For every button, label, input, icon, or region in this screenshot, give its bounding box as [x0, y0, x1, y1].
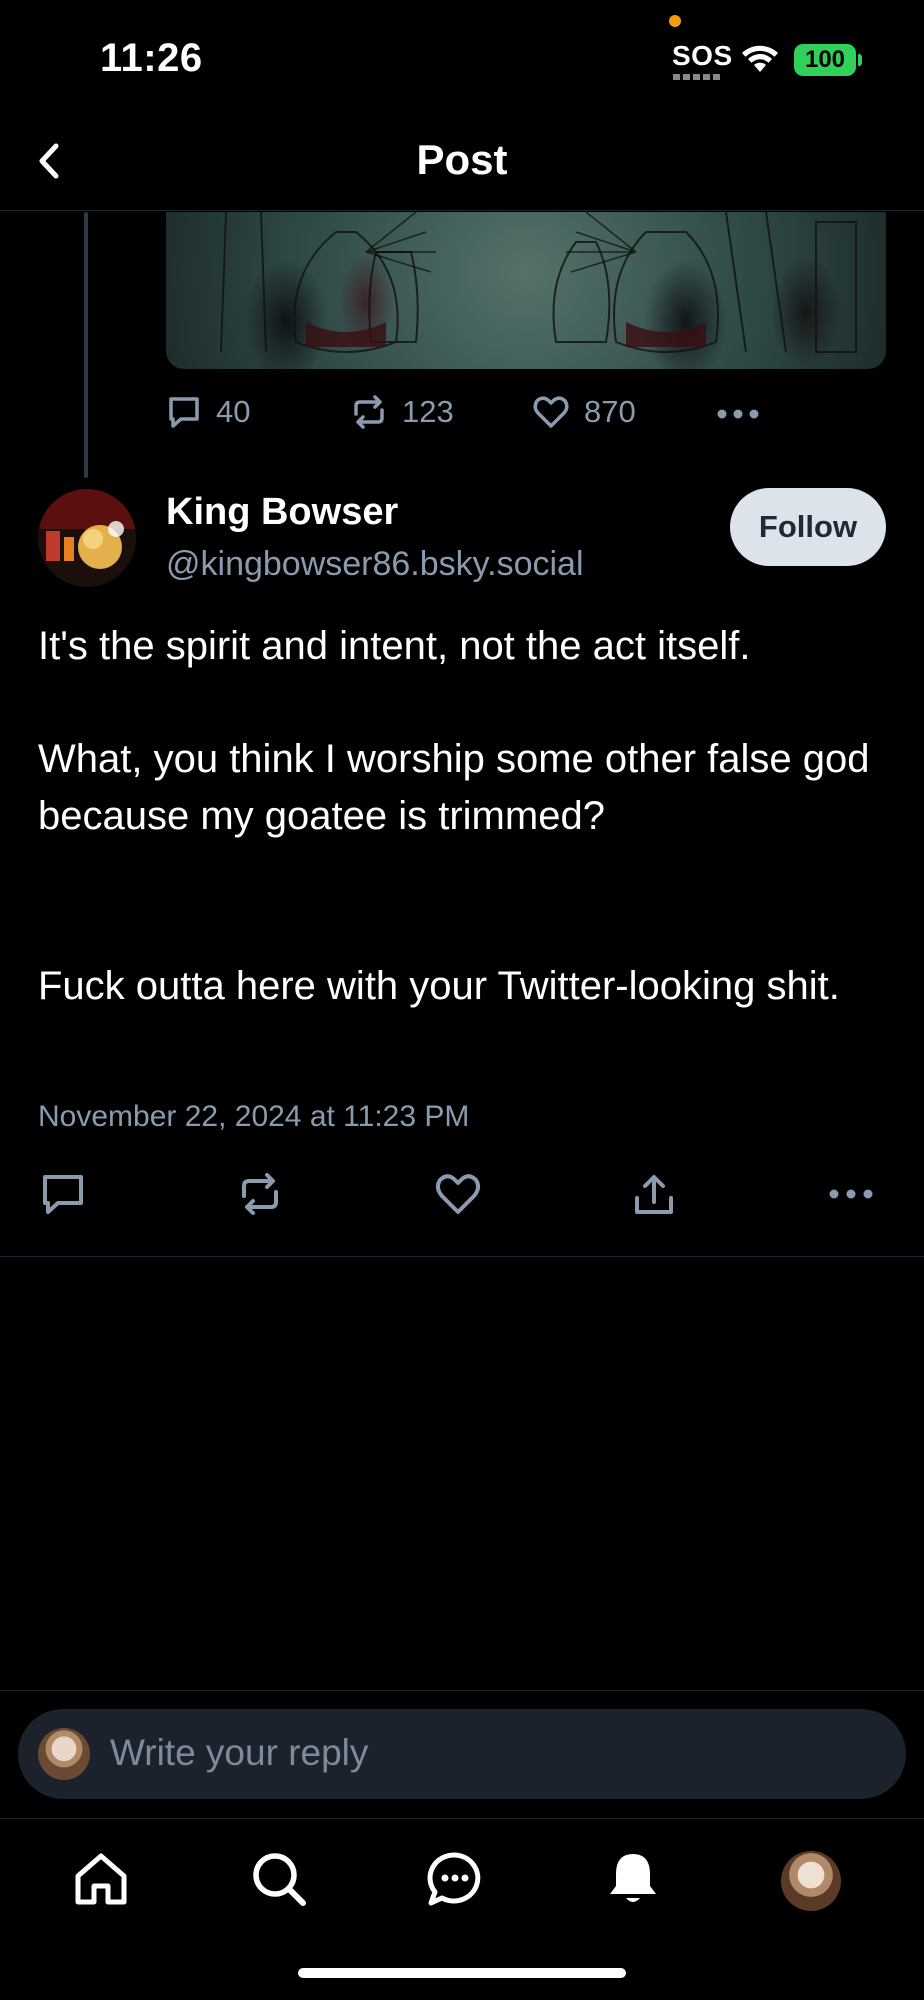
post-paragraph: Fuck outta here with your Twitter-lookin… — [38, 964, 840, 1008]
more-options-icon[interactable] — [828, 1188, 874, 1200]
follow-button[interactable]: Follow — [730, 488, 886, 566]
author-name[interactable]: King Bowser — [166, 491, 398, 534]
heart-icon — [533, 396, 569, 428]
reply-count: 40 — [216, 394, 251, 429]
repost-icon[interactable] — [237, 1172, 283, 1216]
parent-post-image[interactable] — [166, 212, 886, 369]
status-time: 11:26 — [100, 36, 203, 80]
parent-reply-action[interactable]: 40 — [166, 394, 250, 430]
user-avatar — [38, 1728, 90, 1780]
battery-indicator: 100 — [794, 44, 856, 76]
tabbar-divider — [0, 1818, 924, 1819]
share-icon[interactable] — [632, 1172, 676, 1218]
like-icon[interactable] — [434, 1172, 482, 1216]
header-divider — [0, 210, 924, 211]
wifi-icon — [742, 45, 778, 72]
reply-icon[interactable] — [40, 1172, 86, 1216]
post-divider — [0, 1256, 924, 1257]
post-paragraph: It's the spirit and intent, not the act … — [38, 624, 751, 668]
search-icon[interactable] — [250, 1850, 308, 1908]
page-title: Post — [416, 136, 508, 183]
author-handle[interactable]: @kingbowser86.bsky.social — [166, 545, 584, 584]
reply-placeholder[interactable]: Write your reply — [110, 1732, 368, 1774]
reply-divider-top — [0, 1690, 924, 1691]
bottles-illustration — [220, 212, 857, 353]
parent-repost-action[interactable]: 123 — [350, 394, 454, 430]
home-icon[interactable] — [72, 1850, 130, 1908]
post-paragraph: What, you think I worship some other fal… — [38, 737, 870, 838]
author-avatar[interactable] — [38, 489, 136, 587]
repost-count: 123 — [402, 394, 454, 429]
bell-icon[interactable] — [604, 1850, 662, 1908]
battery-nub — [858, 54, 862, 66]
signal-dots-icon — [673, 74, 721, 80]
comment-icon — [169, 397, 199, 428]
more-options-icon[interactable] — [716, 408, 760, 420]
repost-icon — [354, 395, 384, 429]
sos-indicator: SOS — [672, 40, 733, 71]
chat-icon[interactable] — [426, 1850, 484, 1908]
thread-line — [84, 212, 88, 478]
profile-avatar[interactable] — [781, 1851, 841, 1911]
bowser-avatar-art — [38, 489, 136, 587]
home-indicator — [298, 1968, 626, 1978]
parent-like-action[interactable]: 870 — [532, 394, 636, 430]
like-count: 870 — [584, 394, 636, 429]
privacy-indicator-dot — [669, 15, 681, 27]
post-timestamp: November 22, 2024 at 11:23 PM — [38, 1100, 470, 1133]
